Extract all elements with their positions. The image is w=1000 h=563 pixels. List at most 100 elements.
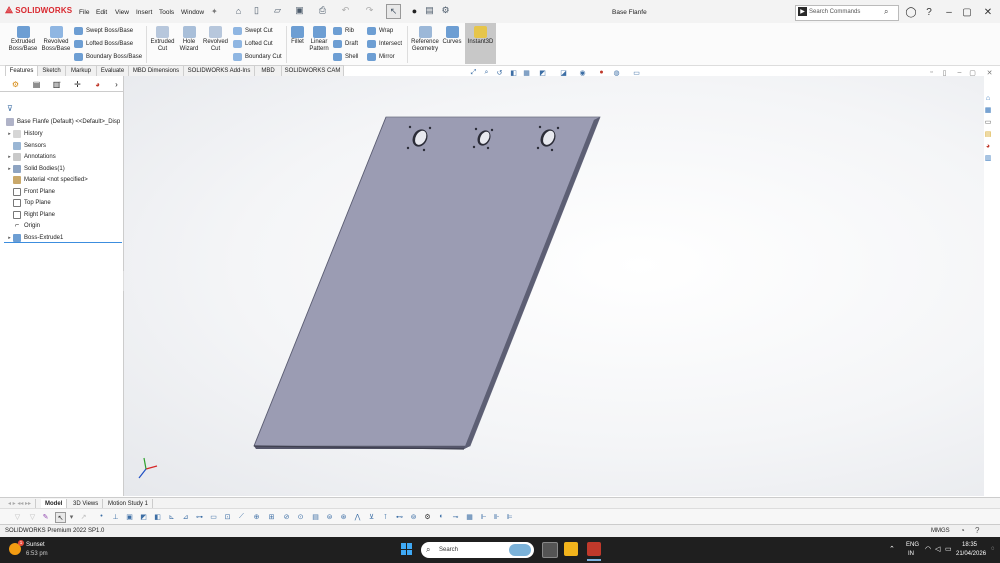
collapse-grip-icon[interactable]: • bbox=[59, 80, 61, 86]
new-document-icon[interactable]: ▯ bbox=[250, 4, 263, 17]
close-button[interactable]: ✕ bbox=[981, 5, 995, 19]
point-icon[interactable]: • bbox=[97, 512, 106, 521]
weather-text[interactable]: Sunset bbox=[26, 542, 45, 548]
volume-icon[interactable]: ◁ bbox=[935, 545, 940, 553]
tree-item-solid-bodies[interactable]: ▸ Solid Bodies(1) bbox=[6, 163, 65, 174]
expand-arrow-icon[interactable]: ▸ bbox=[6, 166, 13, 172]
hole-wizard-button[interactable]: Hole Wizard bbox=[178, 26, 200, 53]
select-icon[interactable]: ↖ bbox=[386, 4, 401, 19]
search-commands-input[interactable]: Search Commands bbox=[809, 9, 860, 15]
tree-item-top-plane[interactable]: Top Plane bbox=[6, 197, 51, 208]
expand-arrow-icon[interactable]: ▸ bbox=[6, 235, 13, 241]
redo-icon[interactable]: ↷ bbox=[363, 4, 376, 17]
select-dropdown-icon[interactable]: ▾ bbox=[67, 512, 76, 521]
pin-icon[interactable]: ✦ bbox=[211, 7, 218, 16]
spring-tool-icon[interactable]: ⊪ bbox=[492, 512, 501, 521]
swept-boss-button[interactable]: Swept Boss/Base bbox=[74, 26, 142, 36]
language-text[interactable]: ENG bbox=[906, 542, 919, 548]
view-palette-icon[interactable]: ▤ bbox=[983, 129, 993, 139]
more-tabs-chevron-icon[interactable]: › bbox=[111, 79, 122, 89]
maximize-button[interactable]: ▢ bbox=[960, 5, 974, 19]
edge-tool-icon[interactable]: ⊾ bbox=[167, 512, 176, 521]
mate-tool-icon[interactable]: ⊶ bbox=[195, 512, 204, 521]
draft-button[interactable]: Draft bbox=[333, 39, 358, 49]
clock-time[interactable]: 18:35 bbox=[962, 542, 977, 548]
menu-view[interactable]: View bbox=[115, 9, 129, 16]
wifi-icon[interactable]: ◠ bbox=[925, 545, 931, 553]
dimension-tool-icon[interactable]: ⊡ bbox=[223, 512, 232, 521]
routing-tool-icon[interactable]: ⊺ bbox=[381, 512, 390, 521]
hole-tool-icon[interactable]: ⊙ bbox=[296, 512, 305, 521]
home-icon[interactable]: ⌂ bbox=[232, 4, 245, 17]
tooltip-icon[interactable]: ? bbox=[975, 526, 979, 535]
options-gear-icon[interactable]: ⚙ bbox=[439, 4, 452, 17]
note-tool-icon[interactable]: ⊷ bbox=[395, 512, 404, 521]
tray-chevron-icon[interactable]: ⌃ bbox=[889, 545, 895, 553]
rebuild-status-icon[interactable]: ◔ bbox=[960, 526, 965, 535]
tree-item-history[interactable]: ▸ History bbox=[6, 128, 43, 139]
mass-tool-icon[interactable]: ◐ bbox=[437, 512, 446, 521]
extruded-boss-button[interactable]: Extruded Boss/Base bbox=[8, 26, 38, 53]
feature-tool-icon[interactable]: ⊜ bbox=[325, 512, 334, 521]
fillet-button[interactable]: Fillet bbox=[289, 26, 306, 46]
motor-tool-icon[interactable]: ⊩ bbox=[479, 512, 488, 521]
file-explorer-icon[interactable]: ▭ bbox=[983, 117, 993, 127]
task-view-icon[interactable] bbox=[542, 542, 558, 558]
filter-vertices-icon[interactable]: ✎ bbox=[41, 512, 50, 521]
instant3d-button[interactable]: Instant3D bbox=[465, 23, 496, 64]
menu-edit[interactable]: Edit bbox=[96, 9, 107, 16]
tab-3d-views[interactable]: 3D Views bbox=[69, 499, 104, 508]
boundary-cut-button[interactable]: Boundary Cut bbox=[233, 52, 282, 62]
revolved-boss-button[interactable]: Revolved Boss/Base bbox=[41, 26, 71, 53]
tree-item-sensors[interactable]: Sensors bbox=[6, 140, 46, 151]
tree-item-front-plane[interactable]: Front Plane bbox=[6, 186, 55, 197]
vertex-tool-icon[interactable]: ⊿ bbox=[181, 512, 190, 521]
battery-icon[interactable]: ▭ bbox=[945, 545, 952, 553]
solidworks-app-icon[interactable] bbox=[587, 542, 601, 556]
clock-date[interactable]: 21/04/2026 bbox=[956, 551, 986, 557]
dimxpert-manager-tab-icon[interactable]: ✛ bbox=[72, 79, 83, 89]
file-explorer-app-icon[interactable] bbox=[564, 542, 578, 556]
language-region[interactable]: IN bbox=[908, 551, 914, 557]
expand-arrow-icon[interactable]: ▸ bbox=[6, 154, 13, 160]
menu-file[interactable]: File bbox=[79, 9, 89, 16]
save-icon[interactable]: ▣ bbox=[293, 4, 306, 17]
curves-button[interactable]: Curves bbox=[441, 26, 463, 46]
taskbar-search-box[interactable]: ⌕ Search bbox=[421, 542, 534, 558]
loop-tool-icon[interactable]: ⊞ bbox=[267, 512, 276, 521]
solidworks-logo[interactable]: ⟁ SOLIDWORKS bbox=[5, 5, 72, 16]
search-commands-box[interactable]: ▶ Search Commands ⌕ bbox=[795, 5, 899, 21]
menu-tools[interactable]: Tools bbox=[159, 9, 174, 16]
solidworks-resources-icon[interactable]: ⌂ bbox=[983, 93, 993, 103]
plate-top-face[interactable] bbox=[253, 116, 601, 447]
tab-scroll-arrows[interactable]: ◂ ▸ ◂◂ ▸▸ bbox=[4, 499, 37, 508]
appearances-icon[interactable]: ◕ bbox=[983, 141, 993, 151]
wrap-button[interactable]: Wrap bbox=[367, 26, 402, 36]
rib-button[interactable]: Rib bbox=[333, 26, 358, 36]
swept-cut-button[interactable]: Swept Cut bbox=[233, 26, 282, 36]
part-model[interactable] bbox=[124, 76, 984, 496]
viewport-close-icon[interactable]: ✕ bbox=[985, 68, 994, 77]
shell-button[interactable]: Shell bbox=[333, 52, 358, 62]
balloon-tool-icon[interactable]: ⊚ bbox=[409, 512, 418, 521]
extruded-cut-button[interactable]: Extruded Cut bbox=[150, 26, 175, 53]
silhouette-tool-icon[interactable]: ⊘ bbox=[282, 512, 291, 521]
tree-root[interactable]: Base Flanfe (Default) <<Default>_Disp bbox=[6, 116, 120, 127]
tab-model[interactable]: Model bbox=[41, 499, 68, 508]
lofted-boss-button[interactable]: Lofted Boss/Base bbox=[74, 39, 142, 49]
file-properties-icon[interactable]: ▤ bbox=[423, 4, 436, 17]
face-tool-icon[interactable]: ◩ bbox=[139, 512, 148, 521]
plane-tool-icon[interactable]: ▣ bbox=[125, 512, 134, 521]
axis-icon[interactable]: ⊥ bbox=[111, 512, 120, 521]
design-library-icon[interactable]: ▦ bbox=[983, 105, 993, 115]
help-icon[interactable]: ? bbox=[922, 5, 936, 19]
display-manager-tab-icon[interactable]: ◕ bbox=[92, 79, 103, 89]
print-icon[interactable]: ⎙ bbox=[316, 4, 329, 17]
sketch-tool-icon[interactable]: ▭ bbox=[209, 512, 218, 521]
body-tool-icon[interactable]: ◧ bbox=[153, 512, 162, 521]
expand-arrow-icon[interactable]: ▸ bbox=[6, 131, 13, 137]
tab-motion-study-1[interactable]: Motion Study 1 bbox=[104, 499, 154, 508]
menu-insert[interactable]: Insert bbox=[136, 9, 152, 16]
user-icon[interactable]: ◯ bbox=[904, 5, 918, 19]
component-tool-icon[interactable]: ⊕ bbox=[252, 512, 261, 521]
